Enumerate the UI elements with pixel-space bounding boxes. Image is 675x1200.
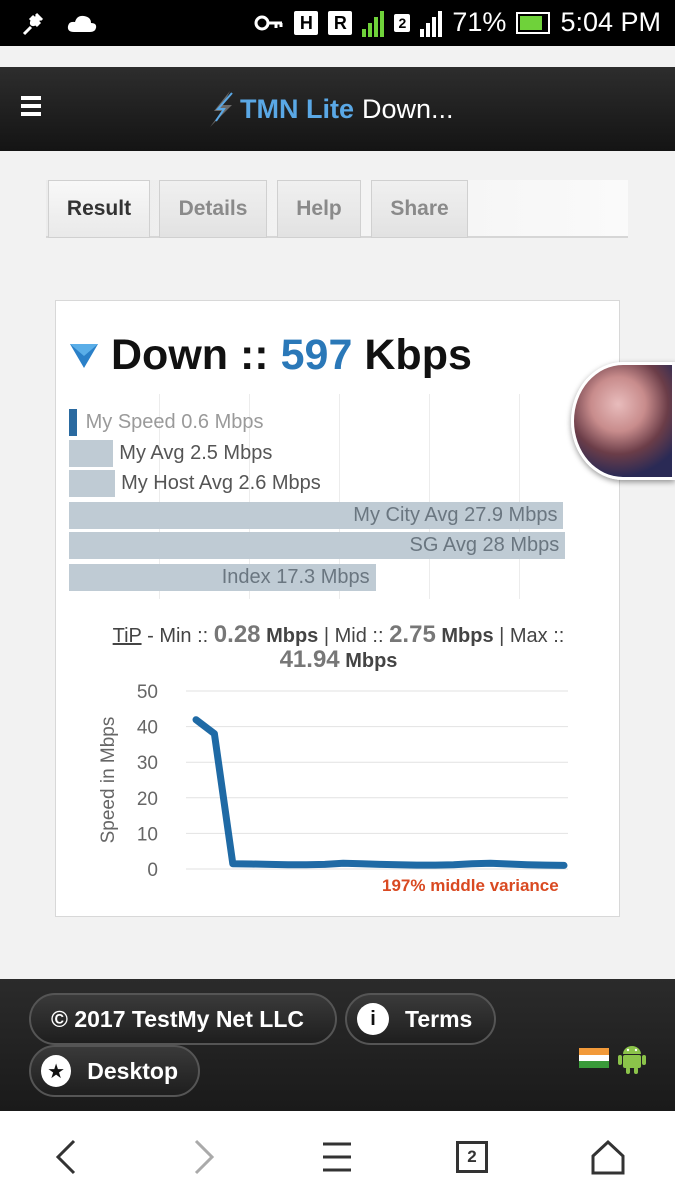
key-icon <box>254 15 283 30</box>
tab-result[interactable]: Result <box>48 180 150 238</box>
bar-gridline <box>519 394 520 599</box>
browser-navbar: 2 <box>0 1111 675 1200</box>
tip-min-unit: Mbps <box>266 625 319 647</box>
cloud-icon <box>67 15 97 32</box>
comparison-label: SG Avg 28 Mbps <box>409 534 560 556</box>
tip-max-unit: Mbps <box>345 650 398 672</box>
y-tick-label: 30 <box>137 753 158 774</box>
tip-mid-unit: Mbps <box>441 625 494 647</box>
variance-note: 197% middle variance <box>382 876 559 895</box>
comparison-label: Index 17.3 Mbps <box>221 566 370 588</box>
tip-mid-value: 2.75 <box>389 621 436 648</box>
comparison-label: My Avg 2.5 Mbps <box>119 442 273 464</box>
bug-icon <box>22 12 44 36</box>
tip-min-label: - Min :: <box>147 625 209 647</box>
forward-icon[interactable] <box>182 1135 226 1179</box>
header-title: Down... <box>362 93 454 124</box>
android-icon[interactable] <box>617 1042 647 1074</box>
brand-name: TMN Lite <box>240 93 354 124</box>
speed-unit: Kbps <box>364 331 472 379</box>
tip-min-value: 0.28 <box>213 621 261 648</box>
avatar[interactable] <box>571 362 675 480</box>
y-axis-label: Speed in Mbps <box>98 717 119 844</box>
y-tick-label: 10 <box>137 824 158 845</box>
comparison-bar <box>69 440 114 467</box>
hamburger-icon[interactable] <box>21 96 41 116</box>
tip-summary: TiP - Min :: 0.28 Mbps | Mid :: 2.75 Mbp… <box>56 623 621 673</box>
tab-share[interactable]: Share <box>371 180 468 238</box>
comparison-bar <box>69 470 116 497</box>
info-icon: i <box>357 1003 389 1035</box>
clock: 5:04 PM <box>560 7 661 37</box>
terms-label: Terms <box>405 1005 473 1032</box>
desktop-button[interactable]: ★ Desktop <box>29 1045 200 1097</box>
battery-charging-icon <box>516 11 551 34</box>
tip-max-value: 41.94 <box>279 646 340 673</box>
comparison-label: My Speed 0.6 Mbps <box>85 411 264 433</box>
network-h-indicator: H <box>294 10 319 35</box>
comparison-bar <box>69 409 77 436</box>
copyright-text: © 2017 TestMy Net LLC <box>51 1005 304 1032</box>
result-card: Down :: 597 Kbps My Speed 0.6 MbpsMy Avg… <box>55 300 620 917</box>
battery-percent: 71% <box>452 7 507 37</box>
app-header: TMN Lite Down... <box>0 67 675 151</box>
tab-bar: Result Details Help Share <box>46 180 628 238</box>
status-bar: H R 2 71% 5:04 PM <box>0 0 675 46</box>
comparison-bars: My Speed 0.6 Mbps My Avg 2.5 Mbps My Host … <box>69 394 569 599</box>
back-icon[interactable] <box>44 1135 88 1179</box>
terms-button[interactable]: i Terms <box>345 993 496 1045</box>
tabs-icon[interactable]: 2 <box>450 1135 494 1179</box>
y-tick-label: 40 <box>137 718 158 739</box>
tip-label: TiP <box>112 625 142 647</box>
down-arrow-icon <box>70 343 98 368</box>
signal-icon <box>362 9 385 37</box>
page-title: TMN Lite Down... <box>204 89 454 129</box>
footer: © 2017 TestMy Net LLC i Terms ★ Desktop <box>0 979 675 1111</box>
comparison-label: My Host Avg 2.6 Mbps <box>121 472 321 494</box>
india-flag-icon[interactable] <box>579 1048 609 1068</box>
menu-icon[interactable] <box>315 1135 359 1179</box>
roaming-indicator: R <box>328 10 353 35</box>
y-tick-label: 0 <box>147 860 158 881</box>
signal-2-icon <box>420 9 443 37</box>
bar-gridline <box>429 394 430 599</box>
tab-count: 2 <box>456 1141 488 1173</box>
speed-headline: Down :: 597 Kbps <box>69 331 472 380</box>
lightning-logo-icon <box>210 91 233 127</box>
tab-help[interactable]: Help <box>277 180 361 238</box>
desktop-label: Desktop <box>87 1057 178 1084</box>
copyright-button[interactable]: © 2017 TestMy Net LLC <box>29 993 337 1045</box>
y-tick-label: 50 <box>137 682 158 703</box>
speed-series-line <box>192 716 568 869</box>
direction-label: Down :: <box>111 331 269 379</box>
comparison-label: My City Avg 27.9 Mbps <box>353 504 558 526</box>
sim2-indicator: 2 <box>394 13 411 32</box>
speed-value: 597 <box>280 331 353 379</box>
tab-details[interactable]: Details <box>159 180 267 238</box>
y-tick-label: 20 <box>137 789 158 810</box>
tip-max-label: | Max :: <box>499 625 565 647</box>
home-icon[interactable] <box>586 1135 630 1179</box>
speed-line-chart: 0 10 20 30 40 50 Speed in Mbps <box>98 682 568 881</box>
star-icon: ★ <box>41 1055 72 1087</box>
tip-mid-label: | Mid :: <box>323 625 384 647</box>
